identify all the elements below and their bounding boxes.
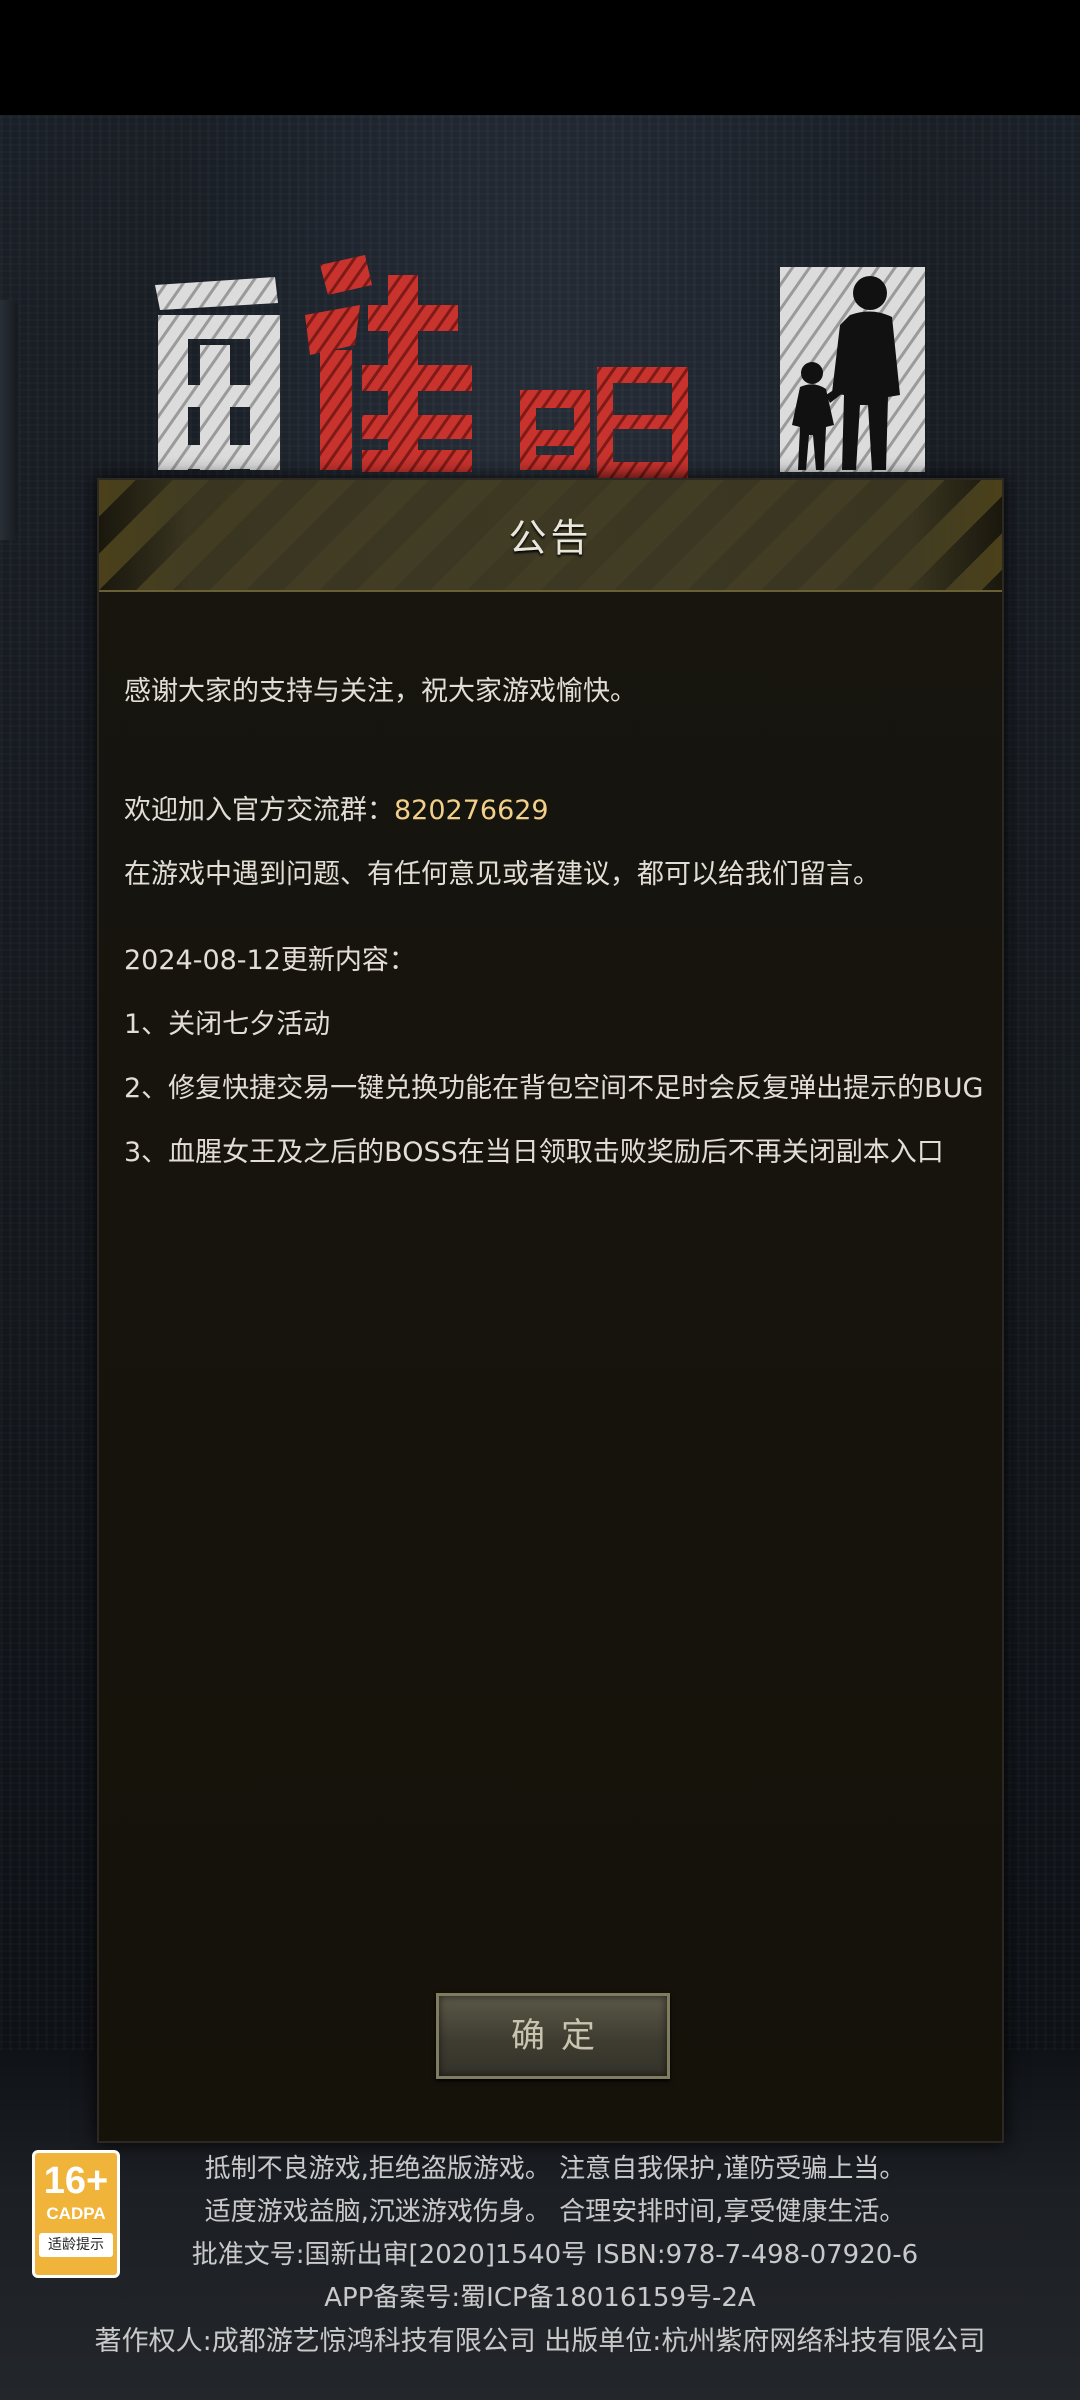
- group-line: 欢迎加入官方交流群：820276629: [124, 779, 984, 843]
- group-number: 820276629: [394, 795, 549, 826]
- footer-line: 适度游戏益脑,沉迷游戏伤身。 合理安排时间,享受健康生活。: [204, 2197, 906, 2227]
- side-frame-decoration: [0, 300, 18, 540]
- confirm-button[interactable]: 确定: [436, 1993, 670, 2079]
- update-header: 2024-08-12更新内容：: [124, 945, 416, 976]
- group-label: 欢迎加入官方交流群：: [124, 795, 394, 826]
- update-item: 1、关闭七夕活动: [124, 1009, 331, 1040]
- footer-notice: 抵制不良游戏,拒绝盗版游戏。 注意自我保护,谨防受骗上当。 适度游戏益脑,沉迷游…: [0, 2148, 1080, 2363]
- footer-line: 批准文号:国新出审[2020]1540号 ISBN:978-7-498-0792…: [191, 2240, 919, 2270]
- thanks-text: 感谢大家的支持与关注，祝大家游戏愉快。: [124, 676, 637, 707]
- notice-content: 感谢大家的支持与关注，祝大家游戏愉快。 欢迎加入官方交流群：820276629 …: [124, 660, 984, 1185]
- footer-line: 著作权人:成都游艺惊鸿科技有限公司 出版单位:杭州紫府网络科技有限公司: [94, 2326, 986, 2357]
- status-bar-area: [0, 0, 1080, 115]
- notice-dialog: 公告 感谢大家的支持与关注，祝大家游戏愉快。 欢迎加入官方交流群：8202766…: [97, 478, 1004, 2143]
- feedback-text: 在游戏中遇到问题、有任何意见或者建议，都可以给我们留言。: [124, 859, 880, 890]
- update-item: 3、血腥女王及之后的BOSS在当日领取击败奖励后不再关闭副本入口: [124, 1137, 944, 1168]
- update-item: 2、修复快捷交易一键兑换功能在背包空间不足时会反复弹出提示的BUG: [124, 1073, 984, 1104]
- footer-line: 抵制不良游戏,拒绝盗版游戏。 注意自我保护,谨防受骗上当。: [204, 2154, 906, 2184]
- dialog-title: 公告: [508, 516, 593, 560]
- game-logo: [155, 255, 925, 478]
- dialog-header: 公告: [99, 480, 1002, 592]
- footer-line: APP备案号:蜀ICP备18016159号-2A: [324, 2283, 756, 2313]
